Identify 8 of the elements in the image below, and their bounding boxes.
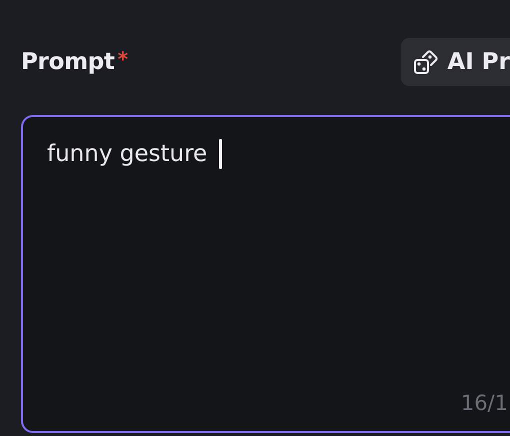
prompt-input-field[interactable]: funny gesture 16/1 <box>21 115 510 433</box>
ai-prompt-button[interactable]: AI Pr <box>401 38 510 86</box>
field-label: Prompt <box>21 49 115 75</box>
input-text: funny gesture <box>47 141 208 167</box>
dice-icon <box>413 49 440 75</box>
character-counter: 16/1 <box>460 391 508 415</box>
required-mark: * <box>118 49 128 69</box>
text-cursor <box>218 139 222 169</box>
